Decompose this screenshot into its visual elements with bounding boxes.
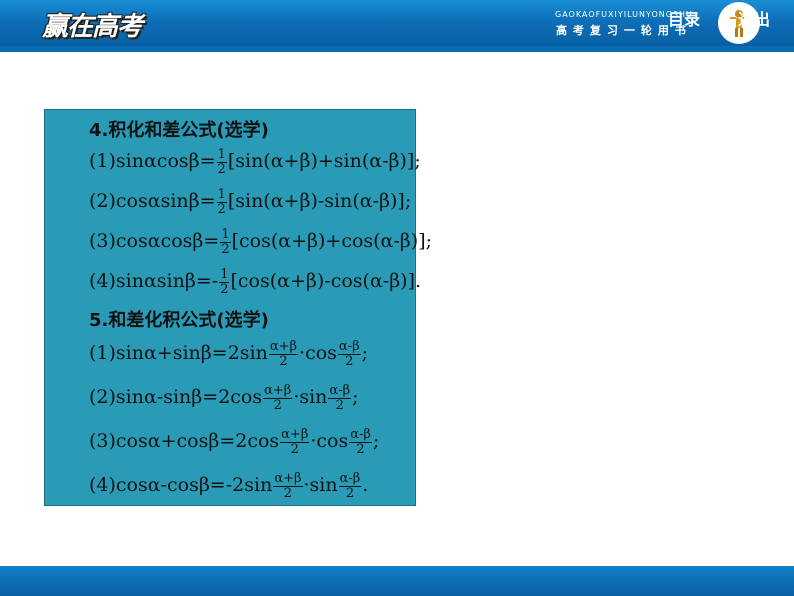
formula-text: [cos(α+β)+cos(α-β)]; [231, 230, 433, 253]
fraction: 12 [220, 227, 231, 257]
formula-text: ; [361, 342, 369, 365]
formula-4-3: (3)cosαcosβ= 1 2 [cos(α+β)+cos(α-β)]; [89, 228, 432, 256]
fraction: α+β 2 [273, 471, 303, 501]
fraction: α+β 2 [263, 383, 293, 413]
formula-5-4: (4)cosα-cosβ=-2sin α+β 2 ·sin α-β 2. [89, 472, 368, 500]
formula-text: (4)sinαsinβ=- [89, 270, 219, 293]
formula-text: ·cos [310, 430, 349, 453]
formula-text: (1)sinα+sinβ=2sin [89, 342, 268, 365]
section-heading-5: 5.和差化积公式(选学) [89, 310, 269, 331]
formula-text: (3)cosα+cosβ=2cos [89, 430, 280, 453]
formula-4-1: (1)sinαcosβ= 1 2 [sin(α+β)+sin(α-β)]; [89, 148, 421, 176]
exit-button[interactable]: 退出 [738, 6, 770, 30]
formula-text: (4)cosα-cosβ=-2sin [89, 474, 273, 497]
formula-4-4: (4)sinαsinβ=- 1 2 [cos(α+β)-cos(α-β)]. [89, 268, 421, 296]
fraction: α-β 2 [337, 339, 361, 369]
fraction: α-β 2 [349, 427, 372, 457]
formula-text: [sin(α+β)-sin(α-β)]; [227, 190, 412, 213]
footer-bar [0, 566, 794, 596]
brand-logo: 赢在高考 [42, 12, 143, 42]
header-stripe [0, 46, 794, 52]
fraction: α+β 2 [280, 427, 310, 457]
section-heading-4: 4.积化和差公式(选学) [89, 120, 269, 141]
formula-text: . [362, 474, 369, 497]
formula-text: ·sin [293, 386, 328, 409]
fraction: 12 [219, 267, 230, 297]
fraction: 12 [216, 187, 227, 217]
formula-text: ; [352, 386, 359, 409]
formula-text: [sin(α+β)+sin(α-β)]; [227, 150, 421, 173]
formula-text: [cos(α+β)-cos(α-β)]. [230, 270, 422, 293]
formula-text: ; [372, 430, 380, 453]
formula-text: ·cos [299, 342, 337, 365]
formula-5-2: (2)sinα-sinβ=2cos α+β 2 ·sin α-β 2; [89, 384, 359, 412]
fraction: 12 [216, 147, 227, 177]
formula-5-1: (1)sinα+sinβ=2sin α+β 2 ·cos α-β 2; [89, 340, 368, 368]
fraction: α+β 2 [268, 339, 299, 369]
formula-4-2: (2)cosαsinβ= 1 2 [sin(α+β)-sin(α-β)]; [89, 188, 411, 216]
formula-text: (2)cosαsinβ= [89, 190, 216, 213]
formula-text: ·sin [303, 474, 338, 497]
formula-panel: 4.积化和差公式(选学) (1)sinαcosβ= 1 2 [sin(α+β)+sin… [44, 109, 432, 506]
toc-button[interactable]: 目录 [668, 6, 700, 30]
formula-text: (2)sinα-sinβ=2cos [89, 386, 263, 409]
formula-text: (1)sinαcosβ= [89, 150, 216, 173]
fraction: α-β 2 [338, 471, 362, 501]
fraction: α-β 2 [328, 383, 352, 413]
formula-5-3: (3)cosα+cosβ=2cos α+β 2 ·cos α-β 2; [89, 428, 379, 456]
formula-text: (3)cosαcosβ= [89, 230, 220, 253]
